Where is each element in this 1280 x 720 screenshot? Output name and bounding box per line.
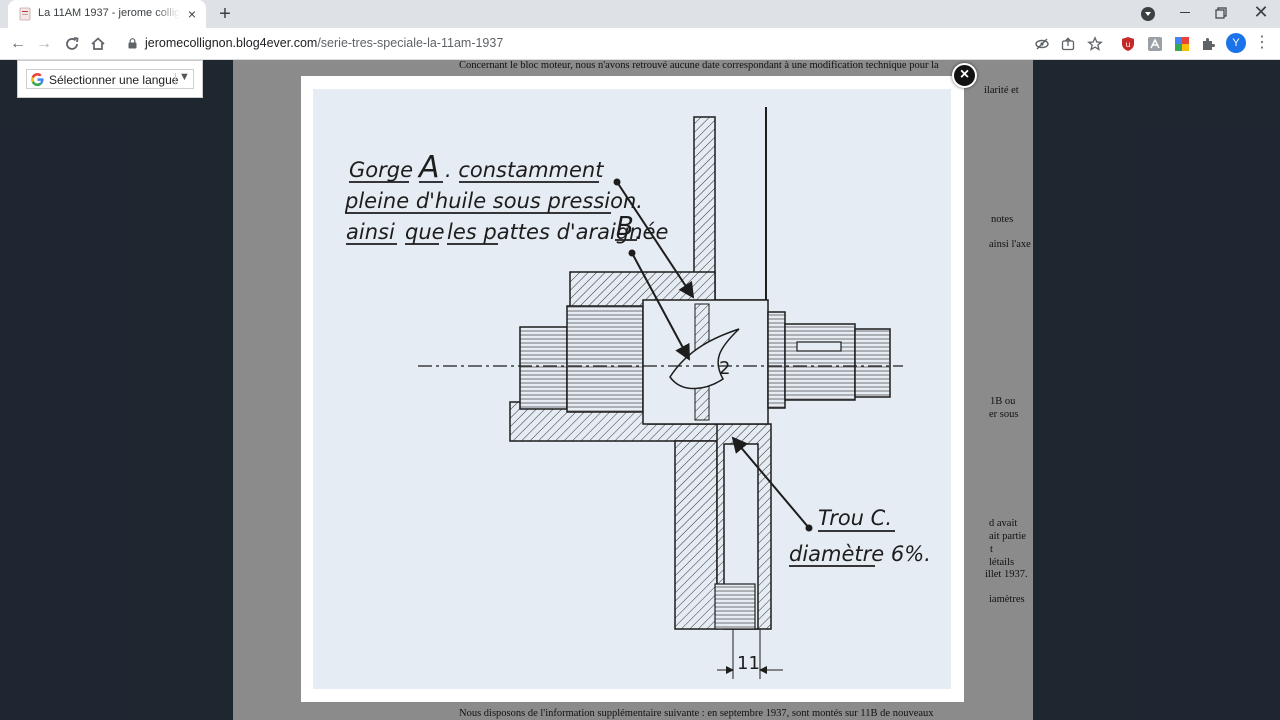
minimize-button[interactable] xyxy=(1176,4,1194,22)
tab-close-icon[interactable]: × xyxy=(184,6,200,22)
back-icon[interactable]: ← xyxy=(7,33,29,55)
label-que: que xyxy=(405,220,445,244)
new-tab-button[interactable]: + xyxy=(214,3,236,25)
tab-strip: La 11AM 1937 - jerome collignon × + ✕ xyxy=(0,0,1280,28)
extensions-puzzle-icon[interactable] xyxy=(1200,36,1216,52)
restore-button[interactable] xyxy=(1212,4,1230,22)
page-favicon-icon xyxy=(19,7,31,21)
browser-menu-icon[interactable]: ⋮ xyxy=(1254,33,1270,53)
label-gorge: Gorge xyxy=(349,158,413,182)
tab-title: La 11AM 1937 - jerome collignon xyxy=(38,7,180,19)
web-page: Concernant le bloc moteur, nous n'avons … xyxy=(0,60,1280,720)
close-window-button[interactable]: ✕ xyxy=(1251,2,1271,22)
google-g-icon xyxy=(31,72,44,87)
label-letter-b: B xyxy=(616,212,634,242)
reload-icon[interactable] xyxy=(61,33,83,55)
url-text[interactable]: jeromecollignon.blog4ever.com/serie-tres… xyxy=(145,36,503,50)
url-path: /serie-tres-speciale-la-11am-1937 xyxy=(317,36,504,50)
ublock-extension-icon[interactable]: u xyxy=(1120,36,1136,52)
svg-text:u: u xyxy=(1125,40,1130,49)
share-icon[interactable] xyxy=(1060,36,1076,52)
home-icon[interactable] xyxy=(87,33,109,55)
lightbox-image: Gorge A . constamment pleine d'huile sou… xyxy=(313,89,951,689)
language-select[interactable]: Sélectionner une langue ▼ xyxy=(26,69,194,89)
forward-icon[interactable]: → xyxy=(33,33,55,55)
dropdown-caret-icon: ▼ xyxy=(179,71,190,83)
browser-tab[interactable]: La 11AM 1937 - jerome collignon × xyxy=(8,0,206,28)
google-translate-extension-icon[interactable] xyxy=(1174,36,1190,52)
dimension-11: 11 xyxy=(737,653,760,674)
tab-search-icon[interactable] xyxy=(1141,7,1155,21)
label-ainsi: ainsi xyxy=(346,220,395,244)
profile-avatar[interactable]: Y xyxy=(1226,33,1246,53)
url-host: jeromecollignon.blog4ever.com xyxy=(145,36,318,50)
translate-widget: Sélectionner une langue ▼ xyxy=(17,60,203,98)
technical-drawing: Gorge A . constamment pleine d'huile sou… xyxy=(344,107,931,679)
language-select-label: Sélectionner une langue xyxy=(49,73,179,87)
pdf-extension-icon[interactable] xyxy=(1147,36,1163,52)
label-letter-a: A xyxy=(417,150,440,185)
label-constamment: . constamment xyxy=(445,158,604,182)
label-trou-c: Trou C. xyxy=(818,506,892,530)
label-diametre: diamètre 6%. xyxy=(789,542,931,566)
eye-off-icon[interactable] xyxy=(1034,36,1050,52)
label-line-2: pleine d'huile sous pression. xyxy=(344,189,643,213)
lock-icon[interactable] xyxy=(128,38,137,49)
bookmark-star-icon[interactable] xyxy=(1087,36,1103,52)
select-divider xyxy=(175,73,176,85)
dimension-2: 2 xyxy=(719,358,730,379)
lightbox: Gorge A . constamment pleine d'huile sou… xyxy=(301,76,964,702)
browser-toolbar: ← → jeromecollignon.blog4ever.com/serie-… xyxy=(0,28,1280,60)
lightbox-close-button[interactable]: × xyxy=(952,63,977,88)
address-bar[interactable]: jeromecollignon.blog4ever.com/serie-tres… xyxy=(116,31,1114,57)
